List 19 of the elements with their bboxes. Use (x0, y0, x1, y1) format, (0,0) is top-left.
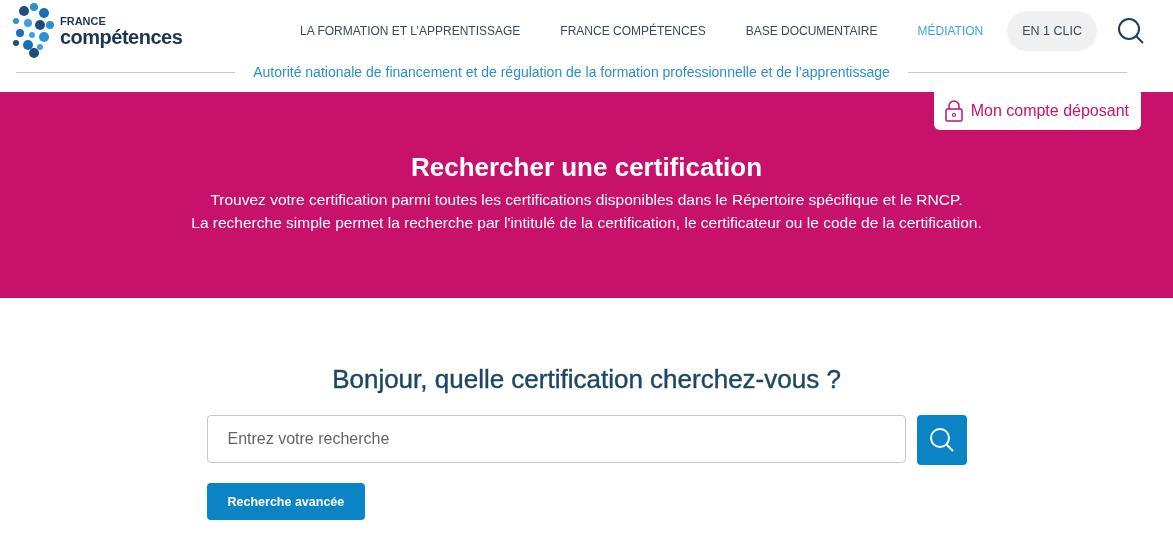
search-icon (928, 427, 955, 453)
quick-access-button[interactable]: EN 1 CLIC (1007, 11, 1097, 51)
banner-text: La recherche simple permet la recherche par l'intitulé de la certification, le certificateur ou le code de la certification. (190, 214, 983, 232)
banner-text: Trouvez votre certification parmi toutes les certifications disponibles dans le Répertoire spécifique et le RNCP. (209, 191, 964, 209)
nav-link[interactable]: FRANCE COMPÉTENCES (560, 24, 706, 38)
search-field[interactable]: Entrez votre recherche (206, 415, 906, 463)
search-icon[interactable] (1117, 17, 1145, 45)
search-heading: Bonjour, quelle certification cherchez-vous ? (332, 364, 841, 395)
nav-link[interactable]: BASE DOCUMENTAIRE (745, 24, 878, 38)
account-button[interactable]: Mon compte déposant (933, 92, 1141, 130)
banner-title: Rechercher une certification (409, 152, 764, 183)
lock-icon (944, 100, 963, 122)
logo-icon (10, 3, 56, 59)
nav-link[interactable]: LA FORMATION ET L’APPRENTISSAGE (300, 24, 521, 38)
tagline: Autorité nationale de financement et de régulation de la formation professionnelle et de l’apprentissage (253, 64, 890, 80)
advanced-search-button[interactable]: Recherche avancée (206, 483, 366, 520)
logo-text: FRANCE (60, 15, 107, 27)
search-button[interactable] (916, 415, 967, 465)
logo-text: compétences (60, 26, 183, 47)
